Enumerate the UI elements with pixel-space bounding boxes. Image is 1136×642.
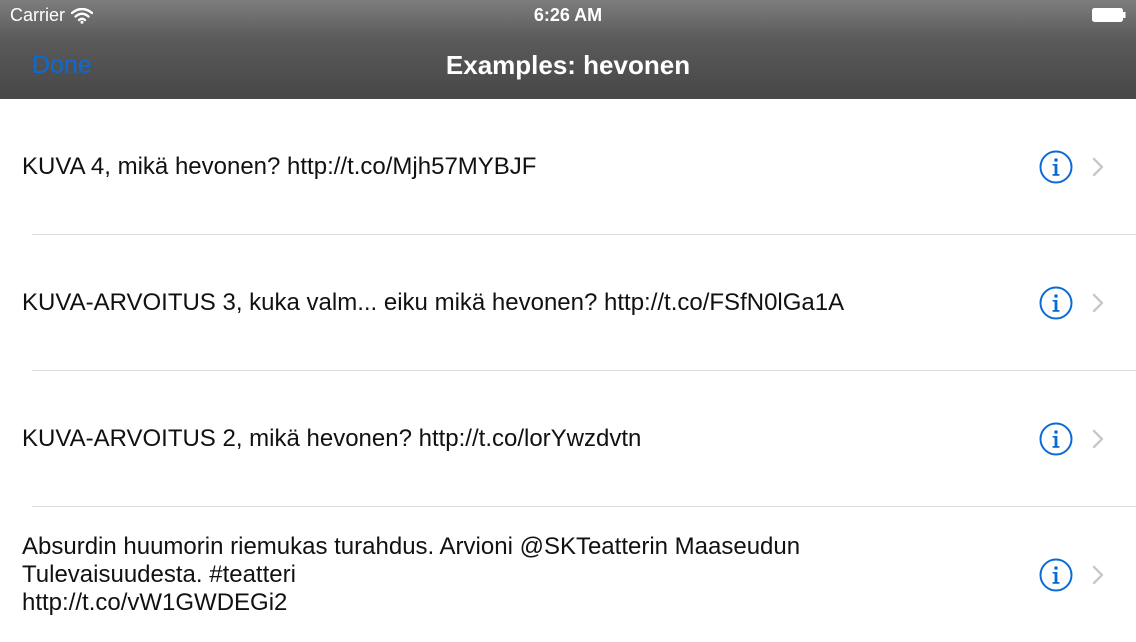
list-item[interactable]: KUVA 4, mikä hevonen? http://t.co/Mjh57M…	[22, 99, 1136, 235]
list-item-text: Absurdin huumorin riemukas turahdus. Arv…	[22, 533, 982, 617]
status-bar: Carrier 6:26 AM	[0, 0, 1136, 33]
list-item-line: http://t.co/vW1GWDEGi2	[22, 588, 288, 616]
nav-title: Examples: hevonen	[445, 50, 691, 80]
info-icon[interactable]	[1039, 150, 1073, 184]
chevron-right-icon	[1092, 293, 1104, 312]
chevron-right-icon	[1092, 157, 1104, 176]
header: Carrier 6:26 AM Done Examples: hevonen	[0, 0, 1136, 99]
chevron-right-icon	[1092, 565, 1104, 584]
list-item-line: Tulevaisuudesta. #teatteri	[22, 560, 296, 588]
list-item[interactable]: Absurdin huumorin riemukas turahdus. Arv…	[22, 507, 1136, 642]
status-time: 6:26 AM	[533, 5, 603, 25]
info-icon[interactable]	[1039, 422, 1073, 456]
chevron-right-icon	[1092, 429, 1104, 448]
list-item-text: KUVA-ARVOITUS 2, mikä hevonen? http://t.…	[22, 425, 982, 453]
info-icon[interactable]	[1039, 558, 1073, 592]
list-item-line: KUVA 4, mikä hevonen? http://t.co/Mjh57M…	[22, 152, 537, 180]
list-item[interactable]: KUVA-ARVOITUS 2, mikä hevonen? http://t.…	[22, 371, 1136, 507]
examples-list: KUVA 4, mikä hevonen? http://t.co/Mjh57M…	[0, 99, 1136, 642]
battery-icon	[1092, 8, 1126, 22]
info-icon[interactable]	[1039, 286, 1073, 320]
list-item-text: KUVA-ARVOITUS 3, kuka valm... eiku mikä …	[22, 289, 982, 317]
navigation-bar: Done Examples: hevonen	[0, 33, 1136, 99]
list-item-line: KUVA-ARVOITUS 2, mikä hevonen? http://t.…	[22, 424, 642, 452]
list-item-line: Absurdin huumorin riemukas turahdus. Arv…	[22, 532, 801, 560]
list-item[interactable]: KUVA-ARVOITUS 3, kuka valm... eiku mikä …	[22, 235, 1136, 371]
list-item-text: KUVA 4, mikä hevonen? http://t.co/Mjh57M…	[22, 153, 982, 181]
list-item-line: KUVA-ARVOITUS 3, kuka valm... eiku mikä …	[22, 288, 845, 316]
